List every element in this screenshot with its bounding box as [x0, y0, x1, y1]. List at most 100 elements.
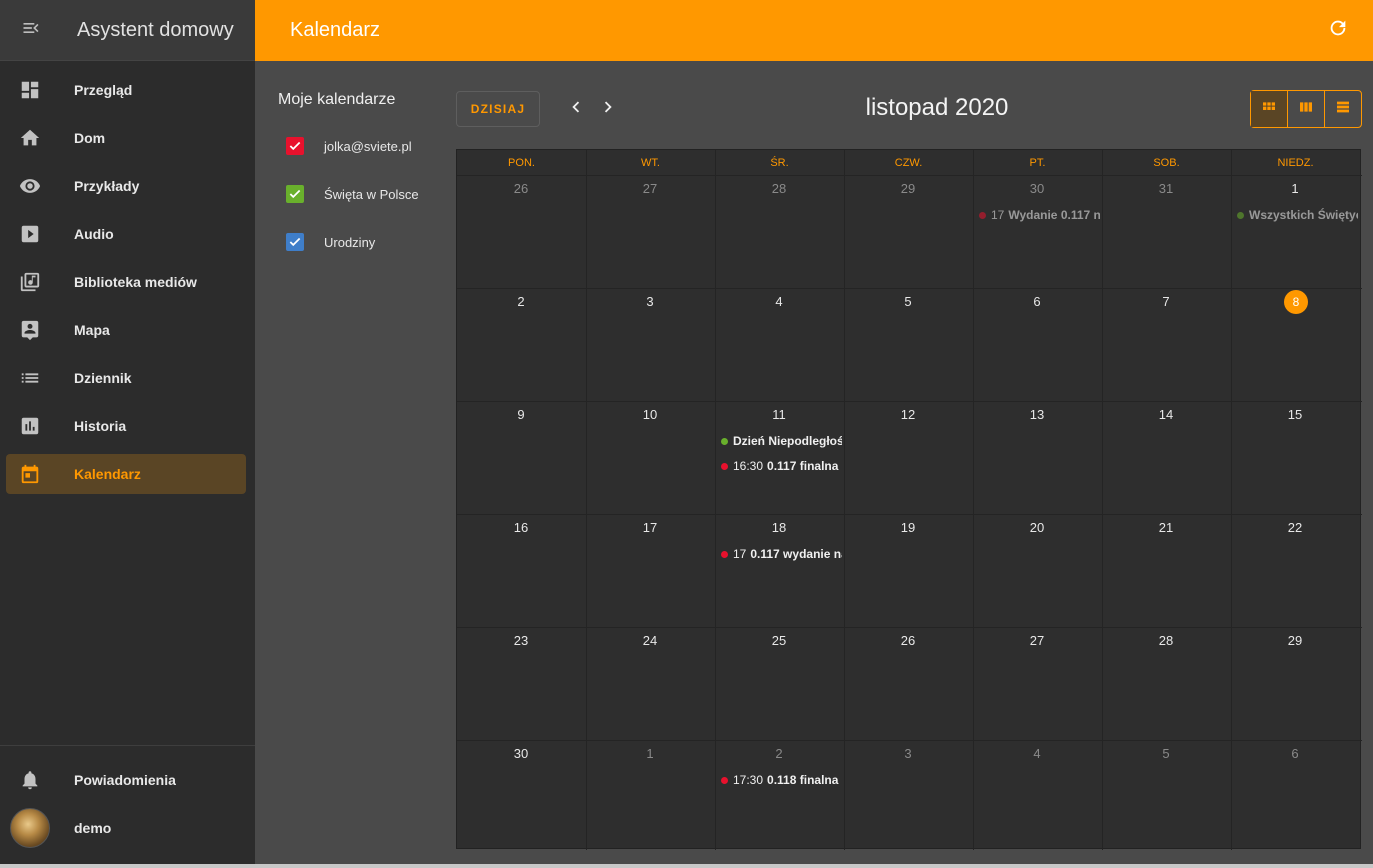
day-number[interactable]: 30	[457, 746, 585, 761]
weekday-header: NIEDZ.	[1277, 156, 1314, 169]
day-number[interactable]: 23	[457, 633, 585, 648]
app-root: Asystent domowy Przegląd Dom Przykłady A…	[0, 0, 1373, 868]
day-number[interactable]: 3	[844, 746, 972, 761]
day-number[interactable]: 28	[715, 181, 843, 196]
sidebar-item-przyklady[interactable]: Przykłady	[6, 166, 246, 206]
day-number[interactable]: 2	[457, 294, 585, 309]
sidebar-item-label: Audio	[74, 226, 114, 242]
calendar-event[interactable]: Dzień Niepodległości	[721, 433, 842, 449]
day-number[interactable]: 24	[586, 633, 714, 648]
day-view-button[interactable]	[1325, 91, 1361, 127]
event-title: 0.117 finalna	[767, 459, 839, 473]
sidebar-item-dziennik[interactable]: Dziennik	[6, 358, 246, 398]
refresh-icon	[1327, 17, 1349, 44]
play-box-icon	[6, 223, 54, 245]
sidebar-item-audio[interactable]: Audio	[6, 214, 246, 254]
sidebar-item-notifications[interactable]: Powiadomienia	[6, 760, 246, 800]
calendar-event[interactable]: 17:30 0.118 finalna	[721, 772, 842, 788]
event-title: Wydanie 0.117 na	[1008, 208, 1100, 222]
sidebar-item-biblioteka-mediow[interactable]: Biblioteka mediów	[6, 262, 246, 302]
next-month-button[interactable]	[596, 97, 620, 121]
calendar-event[interactable]: 17 0.117 wydanie na	[721, 546, 842, 562]
checkbox-checked-icon[interactable]	[286, 137, 304, 155]
day-number[interactable]: 22	[1231, 520, 1359, 535]
day-number[interactable]: 1	[1231, 181, 1359, 196]
day-number[interactable]: 2	[715, 746, 843, 761]
sidebar-item-label: Biblioteka mediów	[74, 274, 197, 290]
sidebar-item-historia[interactable]: Historia	[6, 406, 246, 446]
event-dot-icon	[721, 437, 728, 445]
sidebar-item-mapa[interactable]: Mapa	[6, 310, 246, 350]
day-number[interactable]: 4	[973, 746, 1101, 761]
day-number[interactable]: 26	[457, 181, 585, 196]
today-date-badge[interactable]: 8	[1284, 290, 1308, 314]
day-number[interactable]: 29	[1231, 633, 1359, 648]
day-number[interactable]: 30	[973, 181, 1101, 196]
weekday-header: PON.	[508, 156, 535, 169]
day-number[interactable]: 11	[715, 407, 843, 422]
sidebar-item-label: Przegląd	[74, 82, 133, 98]
sidebar-item-label: Dom	[74, 130, 106, 146]
sidebar-item-przeglad[interactable]: Przegląd	[6, 70, 246, 110]
day-number[interactable]: 5	[844, 294, 972, 309]
day-number[interactable]: 19	[844, 520, 972, 535]
day-number[interactable]: 27	[973, 633, 1101, 648]
sidebar-item-label: demo	[74, 820, 112, 836]
sidebar-header: Asystent domowy	[0, 0, 255, 61]
event-time: 17	[733, 547, 747, 561]
day-number[interactable]: 18	[715, 520, 843, 535]
day-number[interactable]: 17	[586, 520, 714, 535]
prev-month-button[interactable]	[564, 97, 588, 121]
event-dot-icon	[721, 550, 728, 558]
day-number[interactable]: 9	[457, 407, 585, 422]
day-number[interactable]: 27	[586, 181, 714, 196]
day-number[interactable]: 6	[1231, 746, 1359, 761]
day-number[interactable]: 4	[715, 294, 843, 309]
day-number[interactable]: 15	[1231, 407, 1359, 422]
day-number[interactable]: 14	[1102, 407, 1230, 422]
calendar-list: Moje kalendarze	[278, 91, 438, 109]
sidebar-item-dom[interactable]: Dom	[6, 118, 246, 158]
day-number[interactable]: 25	[715, 633, 843, 648]
calendar-label: Święta w Polsce	[324, 186, 419, 202]
week-view-button[interactable]	[1288, 91, 1325, 127]
calendar-toggle-swieta[interactable]: Święta w Polsce	[286, 185, 419, 203]
event-dot-icon	[1237, 211, 1244, 219]
calendar-toggle-urodziny[interactable]: Urodziny	[286, 233, 375, 251]
day-number[interactable]: 28	[1102, 633, 1230, 648]
day-number[interactable]: 31	[1102, 181, 1230, 196]
day-number[interactable]: 1	[586, 746, 714, 761]
sidebar-item-label: Kalendarz	[74, 466, 141, 482]
calendar-panel: Moje kalendarze jolka@sviete.pl Święta w…	[255, 61, 1373, 868]
day-number[interactable]: 12	[844, 407, 972, 422]
weekday-header: CZW.	[894, 156, 923, 169]
day-number[interactable]: 26	[844, 633, 972, 648]
sidebar-item-user[interactable]: demo	[6, 808, 246, 848]
month-grid: PON. WT. ŚR. CZW. PT. SOB. NIEDZ. 26 27 28 29 30 31 1…	[456, 149, 1362, 850]
event-title: 0.118 finalna	[767, 773, 839, 787]
day-number[interactable]: 13	[973, 407, 1101, 422]
day-number[interactable]: 6	[973, 294, 1101, 309]
refresh-button[interactable]	[1325, 17, 1351, 43]
sidebar-item-kalendarz[interactable]: Kalendarz	[6, 454, 246, 494]
day-number[interactable]: 10	[586, 407, 714, 422]
calendar-event[interactable]: 16:30 0.117 finalna	[721, 458, 842, 474]
checkbox-checked-icon[interactable]	[286, 185, 304, 203]
sidebar-title: Asystent domowy	[77, 18, 234, 41]
calendar-toggle-jolka[interactable]: jolka@sviete.pl	[286, 137, 412, 155]
menu-toggle-button[interactable]	[0, 0, 61, 61]
month-view-button[interactable]	[1251, 91, 1288, 127]
calendar-event[interactable]: Wszystkich Świętych	[1237, 207, 1358, 223]
day-number[interactable]: 3	[586, 294, 714, 309]
dashboard-icon	[6, 79, 54, 101]
day-number[interactable]: 29	[844, 181, 972, 196]
list-icon	[6, 367, 54, 389]
checkbox-checked-icon[interactable]	[286, 233, 304, 251]
day-number[interactable]: 21	[1102, 520, 1230, 535]
day-number[interactable]: 7	[1102, 294, 1230, 309]
day-number[interactable]: 16	[457, 520, 585, 535]
day-number[interactable]: 5	[1102, 746, 1230, 761]
today-button[interactable]: DZISIAJ	[456, 91, 540, 127]
day-number[interactable]: 20	[973, 520, 1101, 535]
calendar-event[interactable]: 17 Wydanie 0.117 na	[979, 207, 1100, 223]
